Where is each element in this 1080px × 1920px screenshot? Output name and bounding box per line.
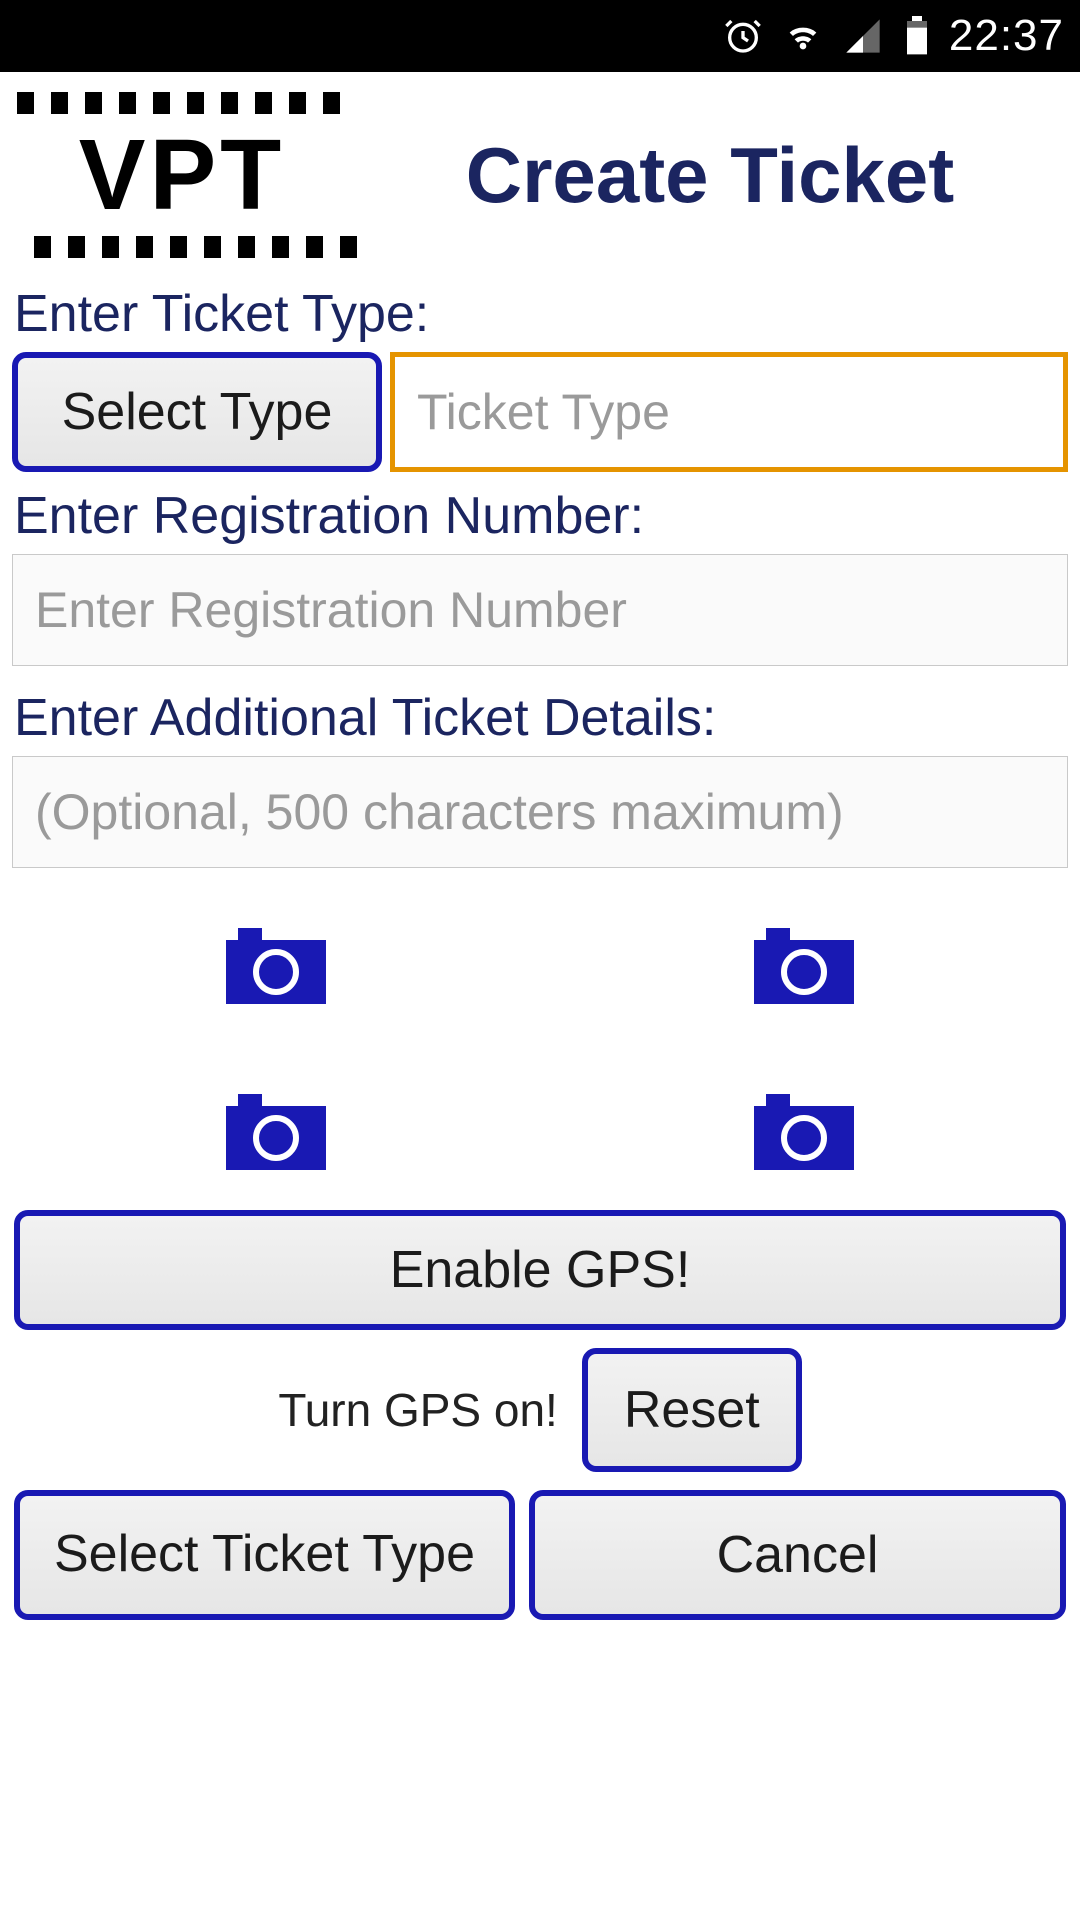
- enable-gps-button[interactable]: Enable GPS!: [14, 1210, 1066, 1330]
- signal-icon: [843, 16, 883, 56]
- battery-icon: [903, 16, 931, 56]
- cancel-button[interactable]: Cancel: [529, 1490, 1066, 1620]
- details-label: Enter Additional Ticket Details:: [12, 688, 1068, 748]
- select-type-button[interactable]: Select Type: [12, 352, 382, 472]
- ticket-type-label: Enter Ticket Type:: [12, 284, 1068, 344]
- details-input[interactable]: [12, 756, 1068, 868]
- header: VPT Create Ticket: [12, 72, 1068, 278]
- camera-icon[interactable]: [754, 1094, 854, 1170]
- status-bar: 22:37: [0, 0, 1080, 72]
- select-ticket-type-button[interactable]: Select Ticket Type: [14, 1490, 515, 1620]
- registration-label: Enter Registration Number:: [12, 486, 1068, 546]
- alarm-icon: [723, 16, 763, 56]
- camera-icon[interactable]: [226, 1094, 326, 1170]
- gps-status-text: Turn GPS on!: [278, 1383, 558, 1437]
- ticket-type-input[interactable]: [390, 352, 1068, 472]
- camera-icon[interactable]: [226, 928, 326, 1004]
- registration-input[interactable]: [12, 554, 1068, 666]
- status-icons: [723, 16, 931, 56]
- wifi-icon: [783, 16, 823, 56]
- camera-grid: [12, 898, 1068, 1210]
- checker-pattern-bottom: [17, 236, 357, 258]
- checker-pattern-top: [17, 92, 357, 114]
- reset-button[interactable]: Reset: [582, 1348, 802, 1472]
- logo-text: VPT: [17, 114, 347, 236]
- app-logo: VPT: [12, 92, 352, 258]
- camera-icon[interactable]: [754, 928, 854, 1004]
- page-title: Create Ticket: [352, 130, 1068, 221]
- status-time: 22:37: [949, 11, 1064, 61]
